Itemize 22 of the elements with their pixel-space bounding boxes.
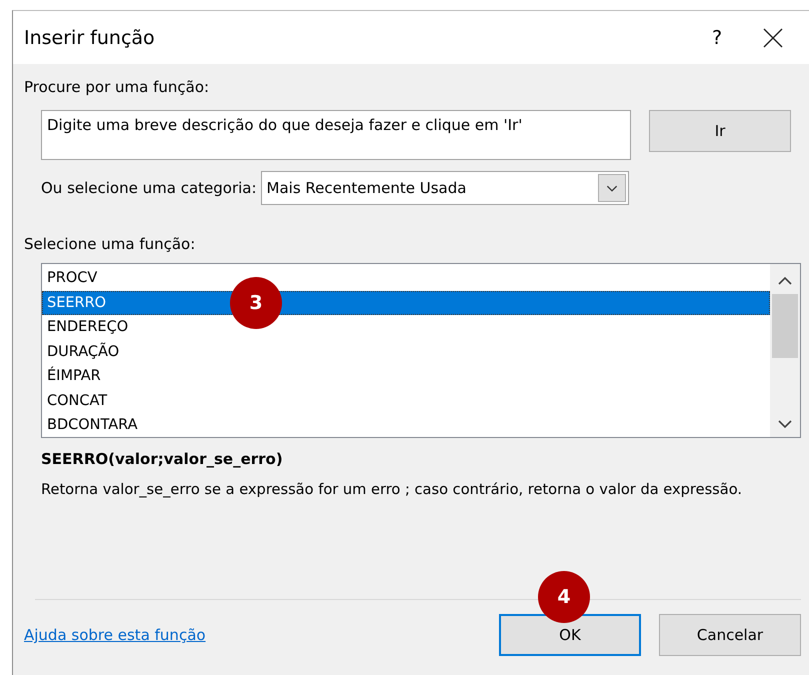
chevron-down-icon[interactable] <box>778 419 792 429</box>
category-label: Ou selecione uma categoria: <box>41 179 257 197</box>
function-item[interactable]: CONCAT <box>42 388 770 413</box>
scrollbar-thumb[interactable] <box>772 294 798 358</box>
function-signature: SEERRO(valor;valor_se_erro) <box>41 450 284 468</box>
go-button[interactable]: Ir <box>649 110 791 152</box>
window-title: Inserir função <box>24 26 156 48</box>
ok-button[interactable]: OK <box>499 614 641 656</box>
search-field[interactable]: Digite uma breve descrição do que deseja fazer e clique em 'Ir' <box>41 110 631 160</box>
function-description: Retorna valor_se_erro se a expressão for um erro ; caso contrário, retorna o valor da expressão. <box>41 481 744 498</box>
category-dropdown[interactable]: Mais Recentemente Usada <box>260 171 629 205</box>
close-icon[interactable] <box>763 28 783 48</box>
function-item[interactable]: BDCONTARA <box>42 413 770 438</box>
cancel-button[interactable]: Cancelar <box>659 614 801 656</box>
function-item[interactable]: DURAÇÃO <box>42 340 770 364</box>
help-link[interactable]: Ajuda sobre esta função <box>24 626 481 644</box>
step-badge: 4 <box>538 571 590 623</box>
function-list-label: Selecione uma função: <box>24 235 196 253</box>
function-item[interactable]: ÉIMPAR <box>42 364 770 388</box>
help-button[interactable]: ? <box>697 26 737 48</box>
chevron-up-icon[interactable] <box>778 276 792 286</box>
search-label: Procure por uma função: <box>24 78 210 96</box>
